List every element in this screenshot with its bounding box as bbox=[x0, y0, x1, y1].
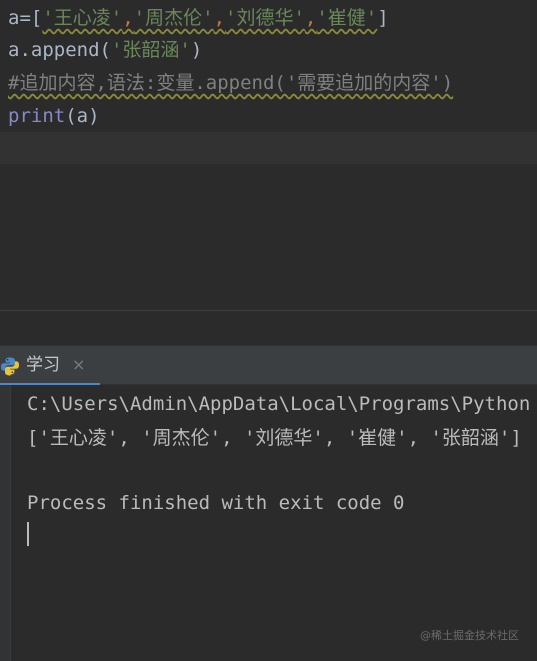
watermark: @稀土掘金技术社区 bbox=[420, 629, 519, 642]
run-tab-bar: 学习 × bbox=[0, 345, 537, 386]
code-line-4[interactable]: print(a) bbox=[8, 101, 100, 131]
code-token: a.append( bbox=[8, 39, 111, 61]
run-console[interactable]: C:\Users\Admin\AppData\Local\Programs\Py… bbox=[0, 385, 537, 661]
run-tab[interactable]: 学习 × bbox=[0, 346, 100, 386]
tool-window-strip bbox=[0, 311, 537, 345]
code-token: ] bbox=[377, 7, 389, 29]
text-caret bbox=[27, 522, 29, 546]
run-tab-label: 学习 bbox=[26, 355, 60, 375]
string-literal: '刘德华' bbox=[225, 7, 305, 29]
comma-separator: , bbox=[213, 7, 226, 29]
builtin-keyword: print bbox=[8, 105, 66, 127]
code-token: (a) bbox=[65, 105, 100, 127]
string-literal: '张韶涵' bbox=[110, 39, 191, 61]
python-icon bbox=[0, 356, 20, 376]
code-editor[interactable]: a=['王心凌','周杰伦','刘德华','崔健'] a.append('张韶涵… bbox=[0, 0, 537, 310]
close-icon[interactable]: × bbox=[72, 346, 85, 384]
string-literal: '王心凌' bbox=[42, 7, 123, 29]
console-output-line: Process finished with exit code 0 bbox=[27, 492, 405, 514]
console-gutter bbox=[0, 385, 11, 661]
code-line-1[interactable]: a=['王心凌','周杰伦','刘德华','崔健'] bbox=[8, 3, 389, 33]
code-token: a=[ bbox=[8, 7, 43, 29]
code-token: ) bbox=[190, 39, 203, 61]
code-line-2[interactable]: a.append('张韶涵') bbox=[8, 35, 202, 65]
comma-separator: , bbox=[122, 7, 134, 29]
string-literal: '周杰伦' bbox=[133, 7, 214, 29]
console-output-line: C:\Users\Admin\AppData\Local\Programs\Py… bbox=[27, 393, 531, 415]
string-literal: '崔健' bbox=[316, 7, 378, 29]
console-output-line: ['王心凌', '周杰伦', '刘德华', '崔健', '张韶涵'] bbox=[27, 427, 522, 449]
code-line-3[interactable]: #追加内容,语法:变量.append('需要追加的内容') bbox=[8, 68, 453, 98]
comma-separator: , bbox=[304, 7, 317, 29]
code-comment: #追加内容,语法:变量.append('需要追加的内容') bbox=[8, 72, 454, 94]
current-line-highlight bbox=[0, 132, 537, 164]
